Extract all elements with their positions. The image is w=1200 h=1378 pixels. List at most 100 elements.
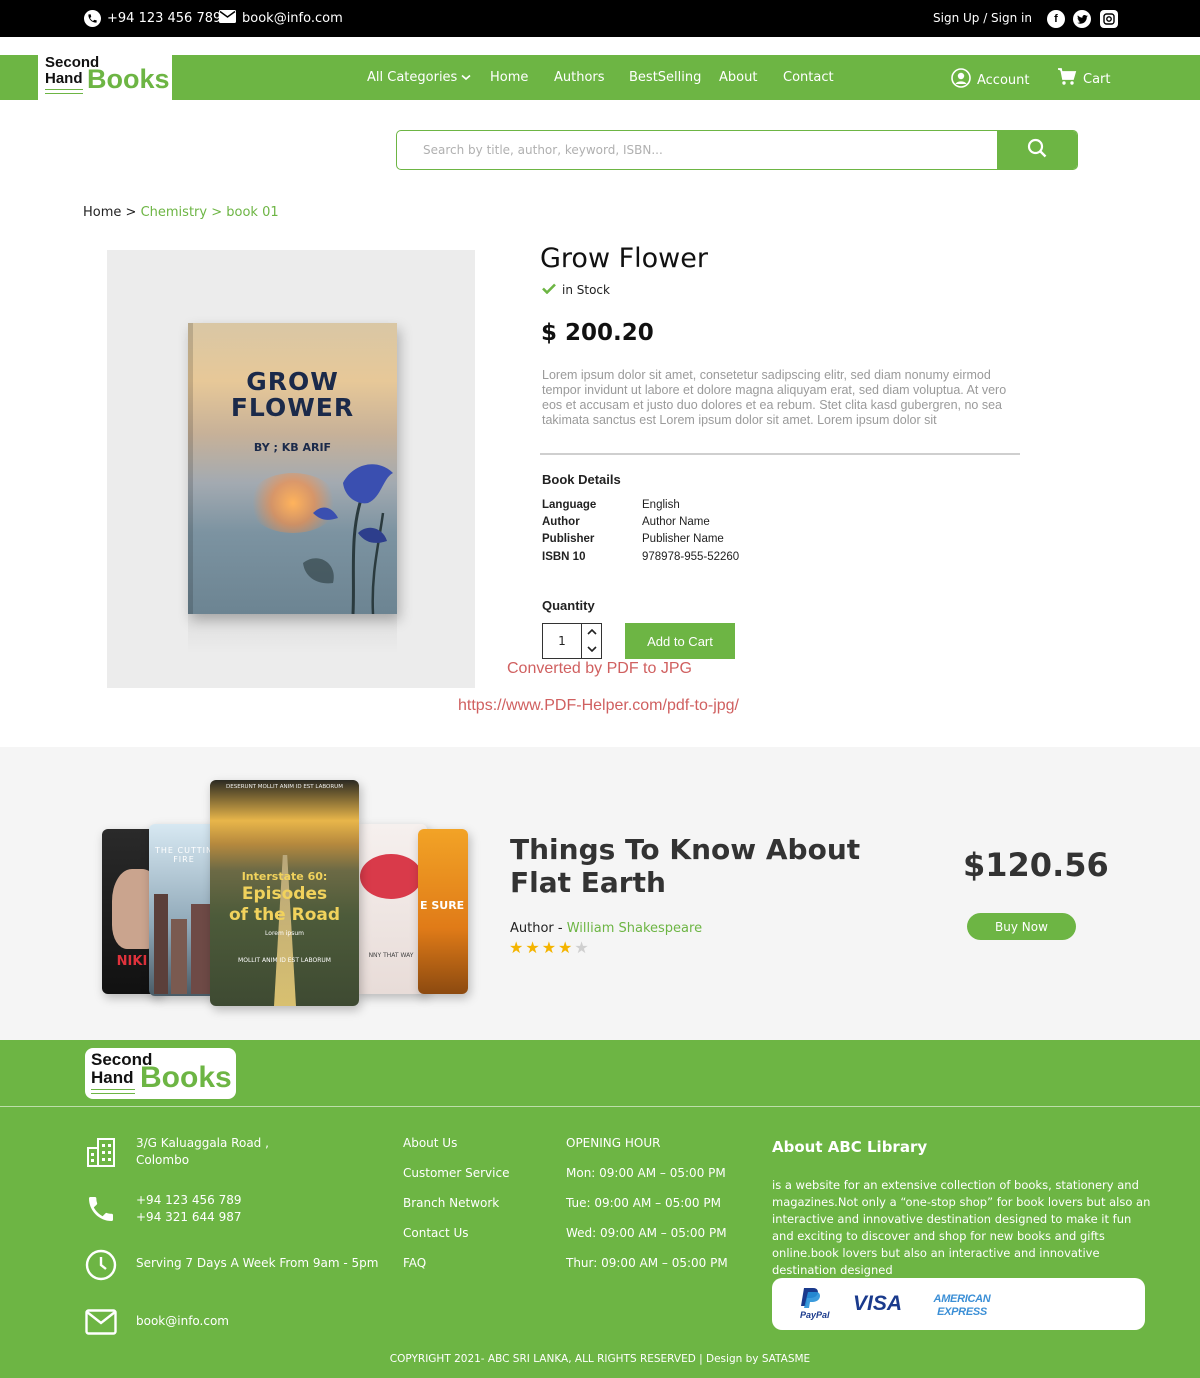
footer-address-line2: Colombo bbox=[136, 1153, 190, 1167]
product-description: Lorem ipsum dolor sit amet, consetetur s… bbox=[542, 368, 1007, 427]
footer-link-customer-service[interactable]: Customer Service bbox=[403, 1165, 509, 1182]
amex-logo: AMERICAN EXPRESS bbox=[926, 1293, 998, 1321]
quantity-value[interactable]: 1 bbox=[543, 624, 581, 658]
add-to-cart-button[interactable]: Add to Cart bbox=[625, 623, 735, 659]
book-reflection bbox=[188, 614, 397, 654]
top-phone[interactable]: +94 123 456 789 bbox=[84, 10, 221, 27]
stock-label: in Stock bbox=[562, 283, 610, 297]
star-icon: ★ bbox=[509, 938, 524, 957]
detail-key-language: Language bbox=[542, 499, 597, 511]
logo-underline bbox=[45, 89, 83, 94]
footer-phone-1[interactable]: +94 123 456 789 bbox=[136, 1192, 241, 1209]
search-button[interactable] bbox=[997, 131, 1077, 169]
main-cover-title2: of the Road bbox=[228, 905, 341, 925]
detail-value-publisher: Publisher Name bbox=[642, 533, 724, 545]
rating-stars: ★ ★ ★ ★ ★ bbox=[509, 938, 589, 957]
featured-author-name[interactable]: William Shakespeare bbox=[567, 921, 702, 936]
chevron-down-icon bbox=[587, 645, 597, 655]
far-right-cover-word: E SURE bbox=[420, 899, 465, 912]
search-input[interactable] bbox=[397, 131, 997, 168]
footer-logo-books: Books bbox=[140, 1061, 232, 1094]
nav-contact[interactable]: Contact bbox=[783, 70, 834, 85]
nav-all-categories[interactable]: All Categories bbox=[367, 70, 471, 85]
star-empty-icon: ★ bbox=[574, 938, 589, 957]
amex-line1: AMERICAN bbox=[933, 1293, 991, 1305]
quantity-arrows bbox=[581, 624, 602, 658]
breadcrumb-separator: > bbox=[125, 205, 137, 220]
top-phone-text: +94 123 456 789 bbox=[107, 11, 222, 26]
opening-hours-mon: Mon: 09:00 AM – 05:00 PM bbox=[566, 1166, 726, 1180]
stock-status: in Stock bbox=[542, 283, 610, 297]
breadcrumb-category[interactable]: Chemistry bbox=[141, 205, 208, 220]
cart-link[interactable]: Cart bbox=[1057, 68, 1111, 90]
amex-line2: EXPRESS bbox=[937, 1306, 987, 1318]
featured-cover-main[interactable]: DESERUNT MOLLIT ANIM ID EST LABORUM Inte… bbox=[210, 780, 359, 1006]
facebook-icon[interactable]: f bbox=[1047, 10, 1065, 28]
cover-title-line2: FLOWER bbox=[230, 393, 355, 422]
phone-icon bbox=[85, 1193, 117, 1225]
detail-value-isbn: 978978-955-52260 bbox=[642, 551, 740, 563]
top-email[interactable]: book@info.com bbox=[219, 10, 343, 27]
account-link[interactable]: Account bbox=[951, 68, 1030, 92]
copyright: COPYRIGHT 2021- ABC SRI LANKA, ALL RIGHT… bbox=[389, 1353, 811, 1365]
quantity-stepper[interactable]: 1 bbox=[542, 623, 602, 659]
instagram-icon[interactable] bbox=[1100, 10, 1118, 28]
footer-link-faq[interactable]: FAQ bbox=[403, 1255, 426, 1272]
cover-title: GROW FLOWER bbox=[188, 369, 397, 421]
breadcrumb-home[interactable]: Home bbox=[83, 205, 121, 220]
top-email-text: book@info.com bbox=[242, 11, 343, 26]
footer-logo[interactable]: Second Hand Books bbox=[85, 1048, 236, 1099]
footer-link-about-us[interactable]: About Us bbox=[403, 1135, 457, 1152]
main-cover-title1: Episodes bbox=[241, 884, 328, 904]
opening-hours-thur: Thur: 09:00 AM – 05:00 PM bbox=[566, 1256, 728, 1270]
brand-logo[interactable]: Second Hand Books bbox=[38, 52, 172, 100]
quantity-increase-button[interactable] bbox=[582, 624, 602, 641]
footer-phone-2[interactable]: +94 321 644 987 bbox=[136, 1209, 241, 1226]
nav-home[interactable]: Home bbox=[490, 70, 528, 85]
cover-building-3 bbox=[191, 904, 211, 994]
cart-icon bbox=[1057, 68, 1077, 90]
cover-building-1 bbox=[154, 894, 168, 994]
user-icon bbox=[951, 68, 971, 92]
clock-icon bbox=[85, 1249, 117, 1281]
detail-key-author: Author bbox=[542, 516, 580, 528]
star-icon: ★ bbox=[541, 938, 557, 957]
product-book-cover[interactable]: GROW FLOWER BY ; KB ARIF bbox=[188, 323, 397, 614]
featured-author-label: Author - bbox=[510, 921, 563, 936]
watermark-line1: Converted by PDF to JPG bbox=[507, 660, 692, 677]
featured-author: Author - William Shakespeare bbox=[510, 921, 702, 936]
product-price: $ 200.20 bbox=[541, 320, 654, 346]
cart-label: Cart bbox=[1083, 71, 1111, 87]
signup-signin-link[interactable]: Sign Up / Sign in bbox=[933, 11, 1032, 25]
main-cover-top: DESERUNT MOLLIT ANIM ID EST LABORUM bbox=[226, 784, 343, 790]
footer-email[interactable]: book@info.com bbox=[136, 1313, 229, 1330]
detail-key-isbn: ISBN 10 bbox=[542, 551, 586, 563]
logo-books: Books bbox=[87, 64, 170, 94]
breadcrumb-current: > book 01 bbox=[211, 205, 279, 220]
book-details-title: Book Details bbox=[542, 472, 621, 487]
twitter-icon[interactable] bbox=[1073, 10, 1091, 28]
footer-address: 3/G Kaluaggala Road , Colombo bbox=[136, 1135, 269, 1169]
cover-title-line1: GROW bbox=[246, 367, 339, 396]
opening-hours-wed: Wed: 09:00 AM – 05:00 PM bbox=[566, 1226, 727, 1240]
building-icon bbox=[85, 1136, 117, 1168]
quantity-decrease-button[interactable] bbox=[582, 641, 602, 658]
opening-hours-tue: Tue: 09:00 AM – 05:00 PM bbox=[566, 1196, 721, 1210]
footer-link-contact-us[interactable]: Contact Us bbox=[403, 1225, 469, 1242]
left-cover-text: THE CUTTIN FIRE bbox=[155, 846, 213, 864]
featured-cover-left: THE CUTTIN FIRE bbox=[149, 824, 219, 996]
detail-value-language: English bbox=[642, 499, 680, 511]
footer-link-branch-network[interactable]: Branch Network bbox=[403, 1195, 499, 1212]
nav-authors[interactable]: Authors bbox=[554, 70, 605, 85]
paypal-logo: PayPal bbox=[798, 1286, 838, 1322]
footer-address-line1: 3/G Kaluaggala Road , bbox=[136, 1136, 269, 1150]
featured-price: $120.56 bbox=[963, 846, 1109, 884]
about-library-text: is a website for an extensive collection… bbox=[772, 1178, 1151, 1277]
nav-bestselling[interactable]: BestSelling bbox=[629, 70, 701, 85]
nav-about[interactable]: About bbox=[719, 70, 757, 85]
breadcrumb: Home > Chemistry > book 01 bbox=[83, 205, 279, 220]
cover-building-2 bbox=[171, 919, 187, 994]
buy-now-button[interactable]: Buy Now bbox=[967, 913, 1076, 940]
search-icon bbox=[1027, 138, 1047, 162]
right-cover-small: NNY THAT WAY bbox=[368, 952, 414, 959]
